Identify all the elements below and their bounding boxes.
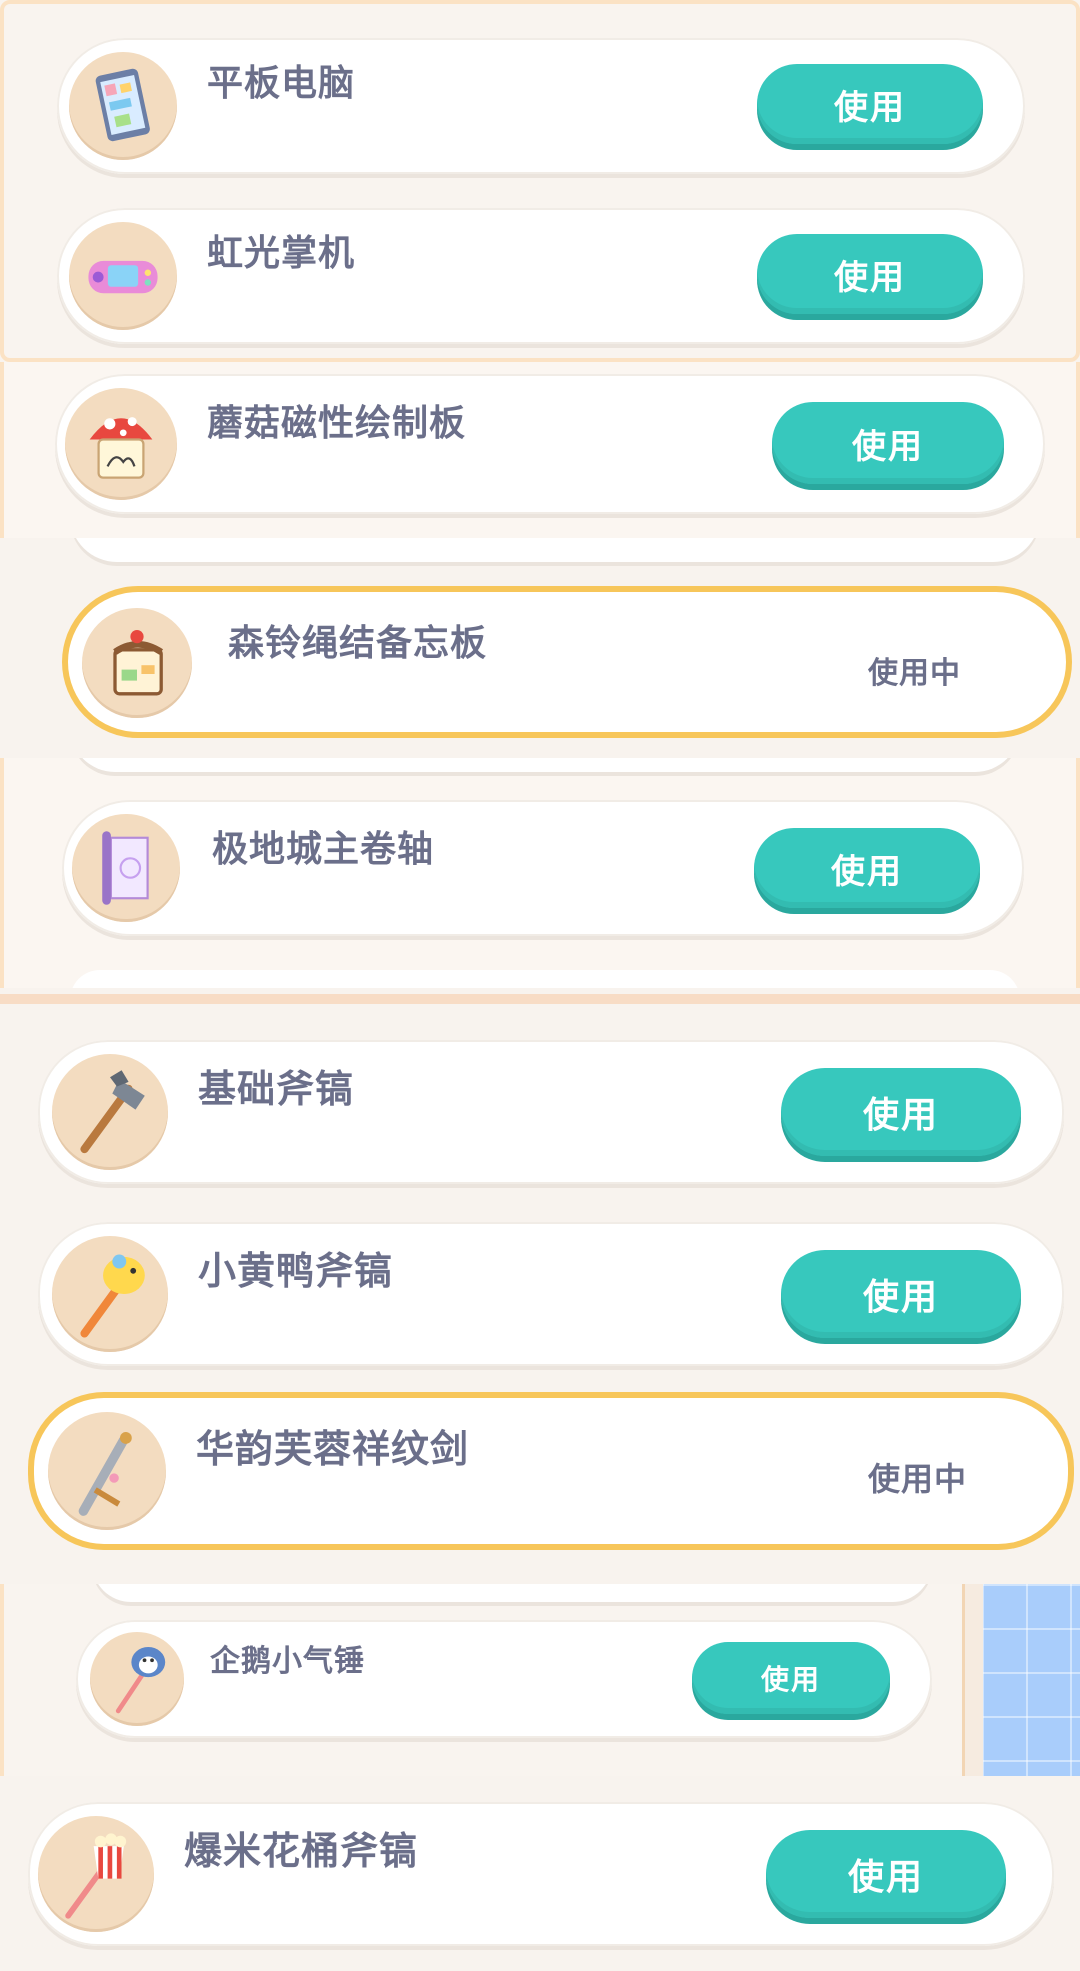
item-row-popcorn-axe: 爆米花桶斧镐 使用 (28, 1802, 1054, 1946)
item-name: 极地城主卷轴 (212, 829, 435, 870)
item-row-sword: 华韵芙蓉祥纹剑 使用中 (34, 1398, 1068, 1544)
grid-background (982, 1584, 1080, 1776)
screenshot-panel-4: 极地城主卷轴 使用 (0, 758, 1080, 988)
use-button[interactable]: 使用 (757, 64, 983, 144)
screenshot-panel-1: 平板电脑 使用 虹光掌机 使用 (0, 0, 1080, 362)
screenshot-panel-3: 森铃绳结备忘板 使用中 (0, 538, 1080, 758)
screenshot-panel-5: 基础斧镐 使用 小黄鸭斧镐 使用 华韵芙蓉祥纹剑 使用中 (0, 994, 1080, 1584)
item-row-penguin-hammer: 企鹅小气锤 使用 (76, 1620, 932, 1738)
popcorn-axe-icon (38, 1816, 154, 1932)
use-button[interactable]: 使用 (692, 1642, 890, 1714)
panel-edge (962, 1584, 983, 1776)
partial-list-item (70, 758, 1020, 772)
partial-list-item (70, 538, 1040, 562)
item-row-scroll: 极地城主卷轴 使用 (62, 800, 1024, 936)
use-button[interactable]: 使用 (754, 828, 980, 908)
scroll-icon (72, 814, 180, 922)
item-name: 森铃绳结备忘板 (228, 623, 488, 664)
partial-list-item (92, 1584, 932, 1602)
item-row-handheld: 虹光掌机 使用 (57, 208, 1025, 344)
use-button[interactable]: 使用 (766, 1830, 1006, 1918)
mushroom-drawing-board-icon (65, 388, 177, 500)
in-use-label: 使用中 (868, 1460, 968, 1498)
memo-board-icon (82, 608, 192, 718)
use-button[interactable]: 使用 (781, 1068, 1021, 1156)
partial-list-item (70, 970, 1020, 988)
item-name: 平板电脑 (207, 63, 356, 104)
item-row-duck-hammer: 小黄鸭斧镐 使用 (38, 1222, 1064, 1366)
item-row-memo-board: 森铃绳结备忘板 使用中 (68, 592, 1066, 732)
handheld-console-icon (69, 222, 177, 330)
duck-hammer-icon (52, 1236, 168, 1352)
item-row-mushroom-board: 蘑菇磁性绘制板 使用 (55, 374, 1045, 514)
use-button[interactable]: 使用 (772, 402, 1004, 484)
item-name: 虹光掌机 (207, 233, 356, 274)
screenshot-panel-6: 企鹅小气锤 使用 (0, 1584, 1080, 1776)
item-name: 企鹅小气锤 (210, 1644, 365, 1679)
item-row-tablet: 平板电脑 使用 (57, 38, 1025, 174)
item-name: 蘑菇磁性绘制板 (207, 403, 467, 444)
item-name: 爆米花桶斧镐 (184, 1829, 419, 1873)
divider (0, 994, 1080, 1004)
penguin-hammer-icon (90, 1632, 184, 1726)
screenshot-panel-2: 蘑菇磁性绘制板 使用 (0, 362, 1080, 538)
item-name: 华韵芙蓉祥纹剑 (196, 1427, 470, 1471)
tablet-icon (69, 52, 177, 160)
use-button[interactable]: 使用 (781, 1250, 1021, 1338)
item-name: 小黄鸭斧镐 (198, 1249, 394, 1293)
screenshot-panel-7: 爆米花桶斧镐 使用 (0, 1776, 1080, 1971)
axe-icon (52, 1054, 168, 1170)
use-button[interactable]: 使用 (757, 234, 983, 314)
item-row-basic-axe: 基础斧镐 使用 (38, 1040, 1064, 1184)
sword-icon (48, 1412, 166, 1530)
in-use-label: 使用中 (868, 656, 961, 691)
item-name: 基础斧镐 (198, 1067, 355, 1111)
